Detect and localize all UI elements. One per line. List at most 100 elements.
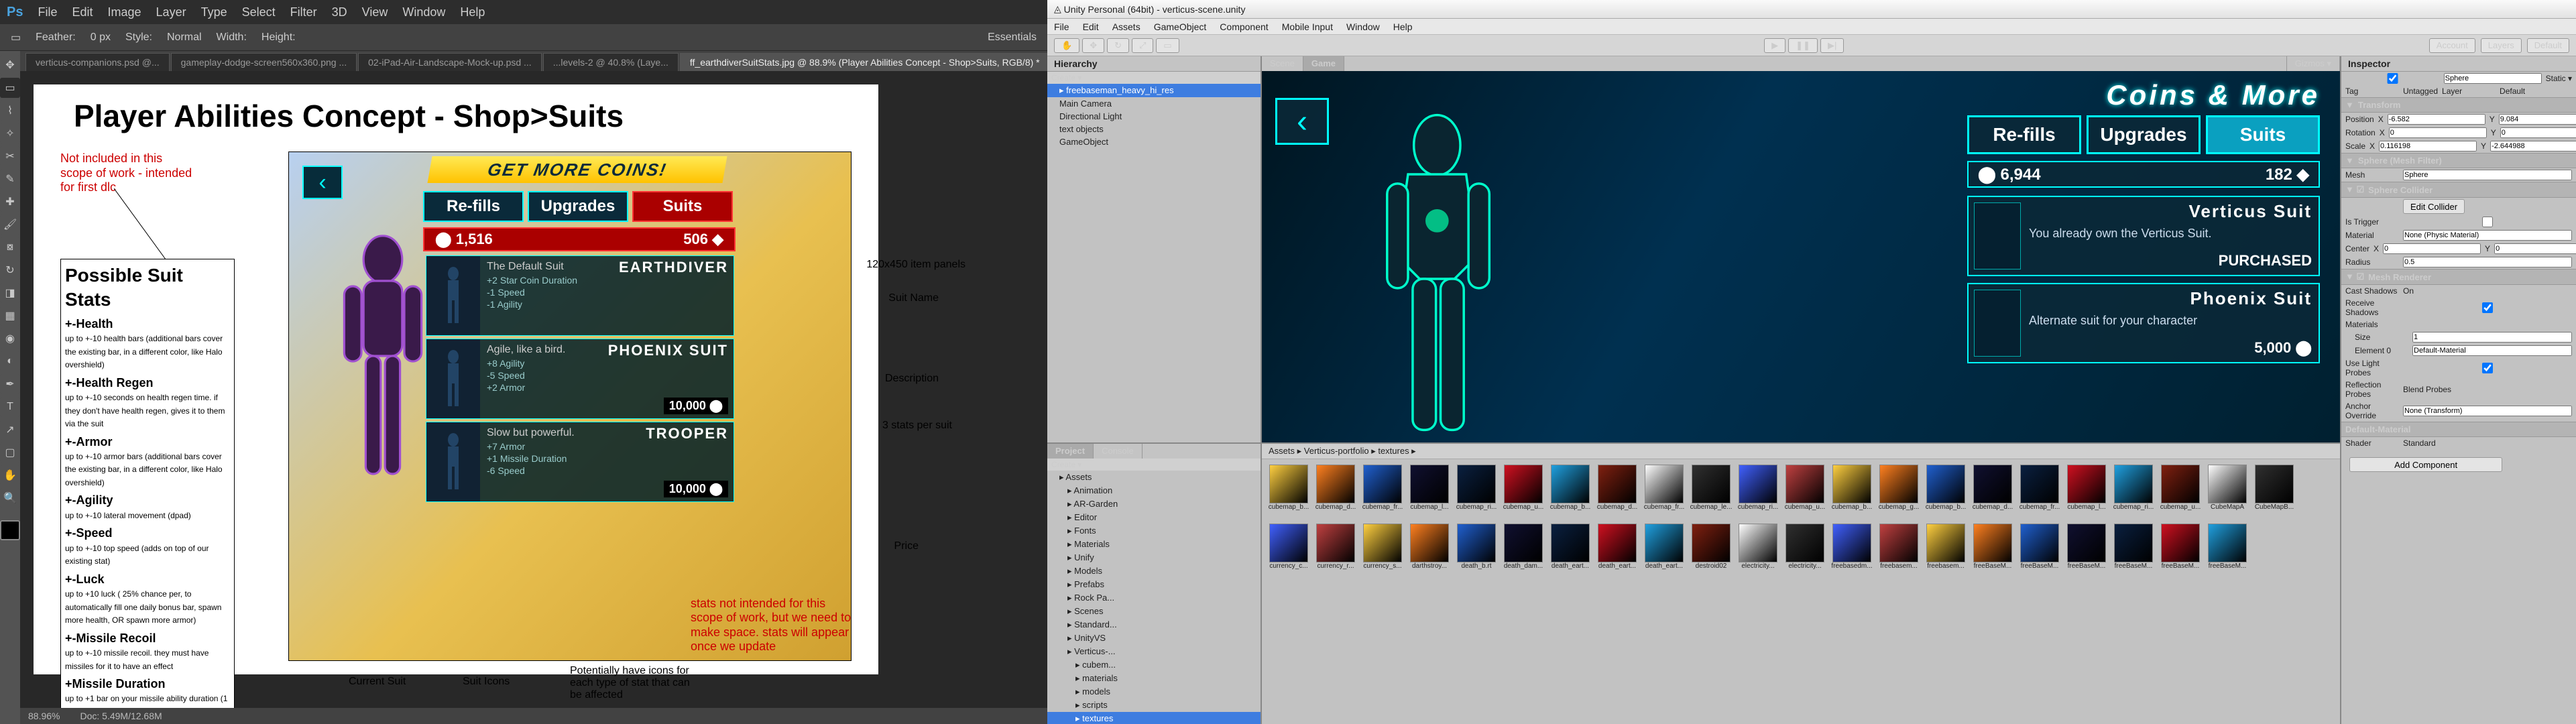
suit-item[interactable]: The Default Suit+2 Star Coin Duration -1… [426, 255, 734, 336]
edit-collider-button[interactable]: Edit Collider [2403, 199, 2465, 214]
foreground-color[interactable] [0, 520, 20, 540]
pen-tool[interactable]: ✒ [0, 374, 20, 394]
project-tree-item[interactable]: ▸ Materials [1047, 538, 1261, 551]
dodge-tool[interactable]: ◐ [0, 351, 20, 371]
menu-3d[interactable]: 3D [332, 5, 347, 19]
suit-card[interactable]: Verticus Suit You already own the Vertic… [1967, 196, 2320, 276]
doc-tab-0[interactable]: verticus-companions.psd @... [25, 53, 170, 71]
asset-item[interactable]: freeBaseM... [2018, 524, 2061, 579]
un-menu-window[interactable]: Window [1346, 21, 1380, 32]
lightprobes-checkbox[interactable] [2403, 363, 2572, 373]
physmat-field[interactable] [2403, 230, 2572, 241]
hierarchy-create[interactable]: Create ▾ [1051, 73, 1081, 82]
pause-button[interactable]: ❚❚ [1788, 38, 1818, 53]
asset-item[interactable]: electricity... [1783, 524, 1826, 579]
shape-tool[interactable]: ▢ [0, 442, 20, 463]
move-tool[interactable]: ✥ [0, 55, 20, 75]
suit-item[interactable]: Agile, like a bird.+8 Agility -5 Speed +… [426, 339, 734, 419]
asset-item[interactable]: death_eart... [1596, 524, 1639, 579]
mesh-field[interactable] [2403, 170, 2572, 180]
reflprobes-dropdown[interactable]: Blend Probes [2403, 385, 2451, 394]
static-dropdown[interactable]: Static ▾ [2546, 74, 2572, 83]
inspector-tab[interactable]: Inspector [2341, 56, 2576, 72]
asset-item[interactable]: currency_s... [1361, 524, 1404, 579]
un-menu-help[interactable]: Help [1393, 21, 1413, 32]
castshadows-dropdown[interactable]: On [2403, 286, 2414, 296]
scale-tool[interactable]: ⤢ [1132, 38, 1153, 53]
meshrenderer-header[interactable]: ▼ ☑ Mesh Renderer [2341, 269, 2576, 285]
un-menu-assets[interactable]: Assets [1112, 21, 1140, 32]
hierarchy-item[interactable]: Main Camera [1047, 97, 1261, 110]
asset-item[interactable]: electricity... [1737, 524, 1779, 579]
rot-y[interactable] [2500, 127, 2576, 138]
asset-item[interactable]: cubemap_b... [1830, 465, 1873, 520]
game-tab-upgrades[interactable]: Upgrades [2087, 115, 2201, 154]
project-create[interactable]: Create ▾ [1051, 460, 1081, 469]
add-component-button[interactable]: Add Component [2349, 457, 2502, 472]
zoom-tool[interactable]: 🔍 [0, 488, 20, 508]
game-back-button[interactable]: ‹ [1275, 98, 1329, 145]
asset-item[interactable]: currency_c... [1267, 524, 1310, 579]
get-more-coins-banner[interactable]: GET MORE COINS! [427, 156, 727, 183]
project-tree-item[interactable]: ▸ materials [1047, 672, 1261, 685]
asset-item[interactable]: freeBaseM... [2159, 524, 2202, 579]
project-tree-item[interactable]: ▸ Animation [1047, 484, 1261, 497]
scl-x[interactable] [2379, 141, 2477, 152]
path-tool[interactable]: ↗ [0, 420, 20, 440]
project-tree-item[interactable]: ▸ textures [1047, 712, 1261, 724]
game-tab-upgrades[interactable]: Upgrades [528, 191, 628, 222]
asset-item[interactable]: death_b.rt [1455, 524, 1498, 579]
asset-item[interactable]: cubemap_ri... [1737, 465, 1779, 520]
heal-tool[interactable]: ✚ [0, 192, 20, 212]
gizmos-dropdown[interactable]: Gizmos ▾ [2287, 56, 2340, 71]
un-menu-gameobject[interactable]: GameObject [1154, 21, 1207, 32]
suit-card[interactable]: Phoenix Suit Alternate suit for your cha… [1967, 283, 2320, 363]
rect-tool[interactable]: ▭ [1156, 38, 1179, 53]
console-tab[interactable]: Console [1094, 444, 1143, 459]
stamp-tool[interactable]: ⧇ [0, 237, 20, 257]
move-tool[interactable]: ✥ [1082, 38, 1104, 53]
asset-item[interactable]: darthstroy... [1408, 524, 1451, 579]
wand-tool[interactable]: ✧ [0, 123, 20, 143]
doc-tab-4[interactable]: ff_earthdiverSuitStats.jpg @ 88.9% (Play… [680, 53, 1050, 71]
cen-y[interactable] [2494, 243, 2576, 254]
hand-tool[interactable]: ✋ [1054, 38, 1079, 53]
step-button[interactable]: ▶| [1820, 38, 1844, 53]
hierarchy-item[interactable]: text objects [1047, 123, 1261, 135]
spherecollider-header[interactable]: ▼ ☑ Sphere Collider [2341, 182, 2576, 198]
shader-dropdown[interactable]: Standard [2403, 438, 2436, 448]
obj-enabled-checkbox[interactable] [2345, 73, 2440, 84]
game-back-button[interactable]: ‹ [302, 166, 343, 199]
account-dropdown[interactable]: Account [2429, 38, 2475, 53]
scl-y[interactable] [2490, 141, 2576, 152]
menu-window[interactable]: Window [402, 5, 445, 19]
asset-item[interactable]: cubemap_l... [1408, 465, 1451, 520]
doc-tab-1[interactable]: gameplay-dodge-screen560x360.png ... [171, 53, 357, 71]
asset-item[interactable]: cubemap_d... [1971, 465, 2014, 520]
project-tree-item[interactable]: ▸ Verticus-... [1047, 645, 1261, 658]
project-tree-item[interactable]: ▸ Editor [1047, 511, 1261, 524]
assets-breadcrumb[interactable]: Assets ▸ Verticus-portfolio ▸ textures ▸ [1262, 444, 2340, 459]
project-tree-item[interactable]: ▸ Prefabs [1047, 578, 1261, 591]
asset-item[interactable]: cubemap_d... [1314, 465, 1357, 520]
layer-dropdown[interactable]: Default [2500, 86, 2525, 96]
doc-tab-2[interactable]: 02-iPad-Air-Landscape-Mock-up.psd ... [358, 53, 542, 71]
asset-item[interactable]: freeBaseM... [2206, 524, 2249, 579]
asset-item[interactable]: CubeMapA [2206, 465, 2249, 520]
anchor-field[interactable] [2403, 406, 2572, 416]
project-tree-item[interactable]: ▸ Fonts [1047, 524, 1261, 538]
matsize-field[interactable] [2412, 332, 2572, 343]
play-button[interactable]: ▶ [1764, 38, 1785, 53]
type-tool[interactable]: T [0, 397, 20, 417]
menu-filter[interactable]: Filter [290, 5, 317, 19]
project-tree-item[interactable]: ▸ cubem... [1047, 658, 1261, 672]
project-tree-item[interactable]: ▸ scripts [1047, 699, 1261, 712]
hierarchy-item[interactable]: GameObject [1047, 135, 1261, 148]
asset-item[interactable]: cubemap_b... [1924, 465, 1967, 520]
project-tree-item[interactable]: ▸ Standard... [1047, 618, 1261, 631]
rot-x[interactable] [2389, 127, 2487, 138]
project-tree-item[interactable]: ▸ AR-Garden [1047, 497, 1261, 511]
asset-item[interactable]: cubemap_le... [1690, 465, 1733, 520]
project-tree-item[interactable]: ▸ Assets [1047, 471, 1261, 484]
blur-tool[interactable]: ◉ [0, 328, 20, 349]
